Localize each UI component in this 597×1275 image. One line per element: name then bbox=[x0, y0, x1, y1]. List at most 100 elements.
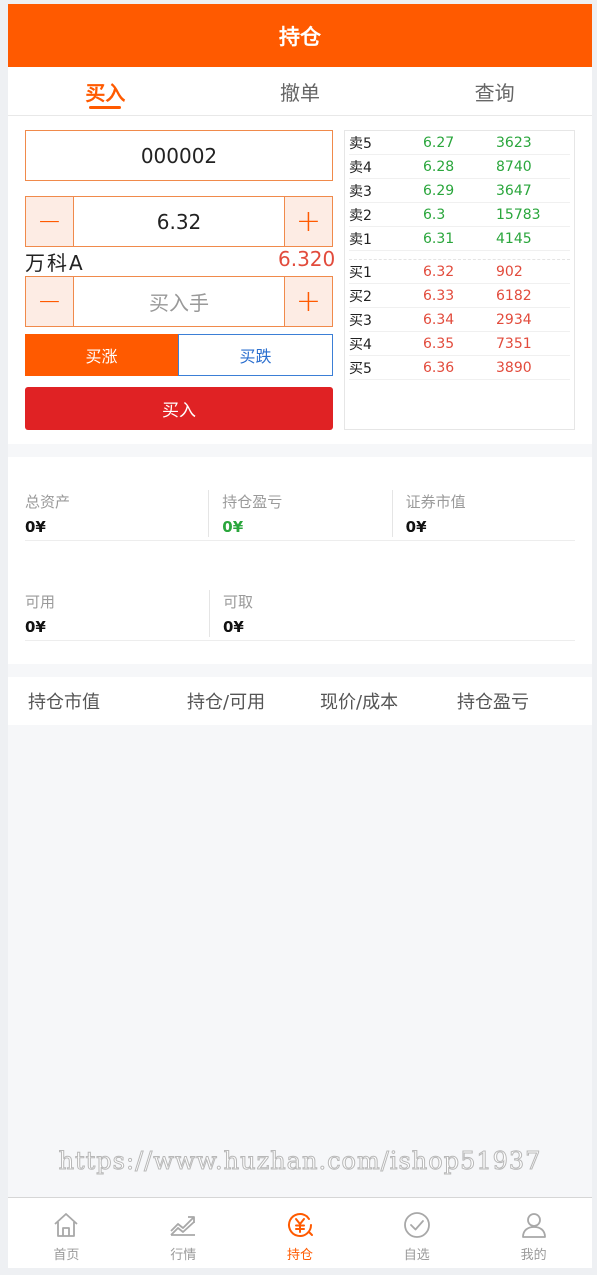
buy-down-button[interactable]: 买跌 bbox=[178, 334, 333, 376]
watermark: https://www.huzhan.com/ishop51937 bbox=[58, 1147, 542, 1176]
check-circle-icon bbox=[403, 1212, 430, 1238]
order-level-label: 卖3 bbox=[349, 183, 372, 200]
tabbar-label: 自选 bbox=[403, 1248, 430, 1263]
tabbar-label: 行情 bbox=[170, 1248, 197, 1263]
order-book-row: 卖4 6.28 8740 bbox=[349, 155, 570, 179]
securities-market-value-amount: 0¥ bbox=[405, 518, 427, 536]
asset-row: 总资产 0¥ 持仓盈亏 0¥ 证券市值 0¥ bbox=[25, 457, 575, 541]
position-pnl-value: 0¥ bbox=[222, 518, 244, 536]
order-price: 6.27 bbox=[423, 134, 455, 151]
order-book-row: 买4 6.35 7351 bbox=[349, 332, 570, 356]
order-level-label: 卖2 bbox=[349, 207, 372, 224]
order-volume: 8740 bbox=[496, 158, 532, 175]
bottom-tab-bar: 首页 行情 持仓 自选 我的 bbox=[8, 1197, 592, 1268]
tabbar-label: 首页 bbox=[53, 1248, 80, 1263]
yuan-position-icon bbox=[288, 1213, 313, 1237]
order-volume: 2934 bbox=[496, 311, 532, 328]
position-pnl: 持仓盈亏 0¥ bbox=[208, 457, 391, 540]
order-volume: 4145 bbox=[496, 230, 532, 247]
order-volume: 902 bbox=[496, 263, 523, 280]
available-funds-label: 可用 bbox=[25, 593, 56, 611]
trade-panel: 000002 − 6.32 + 万科A 6.320 − 买入手 + 买涨 买跌 … bbox=[8, 116, 592, 444]
order-volume: 15783 bbox=[496, 206, 541, 223]
order-level-label: 卖1 bbox=[349, 231, 372, 248]
order-book-divider bbox=[349, 251, 570, 260]
trade-tabs: 买入 撤单 查询 bbox=[8, 67, 592, 116]
order-level-label: 买1 bbox=[349, 264, 372, 281]
tab-cancel-order[interactable]: 撤单 bbox=[203, 67, 398, 115]
total-assets-value: 0¥ bbox=[25, 518, 46, 536]
column-header-price-cost: 现价/成本 bbox=[320, 692, 399, 713]
order-book-row: 买1 6.32 902 bbox=[349, 260, 570, 284]
price-increase-button[interactable]: + bbox=[285, 197, 332, 246]
page-header: 持仓 bbox=[8, 4, 592, 67]
tabbar-item-home[interactable]: 首页 bbox=[8, 1198, 125, 1268]
order-book-row: 卖5 6.27 3623 bbox=[349, 131, 570, 155]
stock-name: 万科A bbox=[25, 251, 85, 275]
order-price: 6.34 bbox=[423, 311, 455, 328]
home-icon bbox=[54, 1213, 78, 1237]
total-assets-label: 总资产 bbox=[25, 493, 71, 511]
column-header-position-available: 持仓/可用 bbox=[187, 692, 266, 713]
order-book-row: 买3 6.34 2934 bbox=[349, 308, 570, 332]
holdings-table-header: 持仓市值 持仓/可用 现价/成本 持仓盈亏 bbox=[8, 677, 592, 725]
order-book-row: 买2 6.33 6182 bbox=[349, 284, 570, 308]
order-level-label: 卖4 bbox=[349, 159, 372, 176]
quantity-stepper: − 买入手 + bbox=[25, 276, 333, 327]
price-stepper: − 6.32 + bbox=[25, 196, 333, 247]
quantity-increase-button[interactable]: + bbox=[285, 277, 332, 326]
tabbar-label: 持仓 bbox=[286, 1248, 313, 1263]
tabbar-label: 我的 bbox=[520, 1248, 547, 1263]
order-price: 6.36 bbox=[423, 359, 455, 376]
tab-buy[interactable]: 买入 bbox=[8, 67, 203, 115]
available-funds: 可用 0¥ bbox=[25, 557, 209, 640]
user-icon bbox=[521, 1213, 546, 1238]
order-price: 6.3 bbox=[423, 206, 446, 223]
order-book-row: 卖1 6.31 4145 bbox=[349, 227, 570, 251]
tabbar-item-watchlist[interactable]: 自选 bbox=[358, 1198, 475, 1268]
order-level-label: 买3 bbox=[349, 312, 372, 329]
price-decrease-button[interactable]: − bbox=[26, 197, 73, 246]
quantity-input[interactable]: 买入手 bbox=[73, 277, 285, 326]
order-level-label: 买2 bbox=[349, 288, 372, 305]
page-title: 持仓 bbox=[279, 24, 321, 49]
tabbar-item-position[interactable]: 持仓 bbox=[242, 1198, 359, 1268]
tabbar-item-market[interactable]: 行情 bbox=[125, 1198, 242, 1268]
order-price: 6.29 bbox=[423, 182, 455, 199]
order-price: 6.31 bbox=[423, 230, 455, 247]
column-header-pnl: 持仓盈亏 bbox=[457, 692, 529, 713]
quantity-decrease-button[interactable]: − bbox=[26, 277, 73, 326]
order-book-row: 卖3 6.29 3647 bbox=[349, 179, 570, 203]
tab-query[interactable]: 查询 bbox=[397, 67, 592, 115]
order-book-row: 买5 6.36 3890 bbox=[349, 356, 570, 380]
tabbar-item-profile[interactable]: 我的 bbox=[475, 1198, 592, 1268]
stock-current-price: 6.320 bbox=[278, 247, 336, 271]
stock-code-input[interactable]: 000002 bbox=[25, 130, 333, 181]
app-frame: 持仓 买入 撤单 查询 000002 − 6.32 + 万科A 6.320 − … bbox=[8, 4, 592, 1268]
available-funds-value: 0¥ bbox=[25, 618, 46, 636]
order-price: 6.32 bbox=[423, 263, 455, 280]
order-level-label: 买5 bbox=[349, 360, 372, 377]
order-volume: 6182 bbox=[496, 287, 532, 304]
order-price: 6.33 bbox=[423, 287, 455, 304]
total-assets: 总资产 0¥ bbox=[25, 457, 208, 540]
order-price: 6.35 bbox=[423, 335, 455, 352]
withdrawable-funds-label: 可取 bbox=[223, 593, 254, 611]
order-volume: 3623 bbox=[496, 134, 532, 151]
column-header-market-value: 持仓市值 bbox=[28, 692, 100, 713]
order-level-label: 买4 bbox=[349, 336, 372, 353]
buy-up-button[interactable]: 买涨 bbox=[25, 334, 178, 376]
order-volume: 3890 bbox=[496, 359, 532, 376]
order-level-label: 卖5 bbox=[349, 135, 372, 152]
buy-submit-button[interactable]: 买入 bbox=[25, 387, 333, 430]
asset-summary: 总资产 0¥ 持仓盈亏 0¥ 证券市值 0¥ 可用 0¥ 可取 0¥ bbox=[8, 457, 592, 664]
order-price: 6.28 bbox=[423, 158, 455, 175]
order-volume: 3647 bbox=[496, 182, 532, 199]
order-volume: 7351 bbox=[496, 335, 532, 352]
trend-chart-icon bbox=[170, 1216, 196, 1236]
price-input[interactable]: 6.32 bbox=[73, 197, 285, 246]
position-pnl-label: 持仓盈亏 bbox=[222, 493, 283, 511]
order-book-row: 卖2 6.3 15783 bbox=[349, 203, 570, 227]
direction-toggle: 买涨 买跌 bbox=[25, 334, 333, 376]
withdrawable-funds: 可取 0¥ bbox=[209, 557, 393, 640]
